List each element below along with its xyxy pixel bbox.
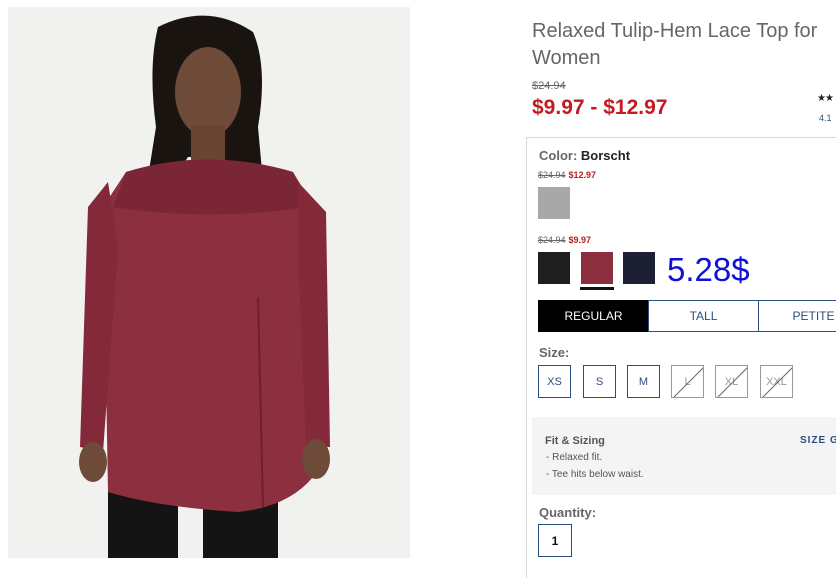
color-group-price: $24.94 $9.97 — [538, 235, 592, 245]
selected-color-name: Borscht — [580, 148, 631, 163]
fit-bullet: - Relaxed fit. — [546, 452, 603, 463]
size-label: Size: — [539, 345, 570, 360]
fit-sizing-title: Fit & Sizing — [545, 435, 605, 447]
size-option-xl[interactable]: XL — [715, 365, 748, 398]
rating-value[interactable]: 4.1 — [819, 113, 832, 123]
swatch-heather-gray[interactable] — [538, 187, 570, 219]
product-title: Relaxed Tulip-Hem Lace Top for Women — [532, 20, 818, 69]
sale-price-range: $9.97 - $12.97 — [532, 96, 668, 119]
quantity-label: Quantity: — [539, 505, 597, 520]
swatch-navy[interactable] — [623, 252, 655, 284]
selected-swatch-indicator — [580, 287, 614, 290]
size-option-xs[interactable]: XS — [538, 365, 571, 398]
color-group-price: $24.94 $12.97 — [538, 170, 597, 180]
size-guide-link[interactable]: SIZE GI — [800, 435, 836, 446]
swatch-black[interactable] — [538, 252, 570, 284]
fit-type-tabs: REGULAR TALL PETITE — [538, 300, 836, 332]
color-label: Color: Borscht — [539, 148, 631, 163]
size-option-s[interactable]: S — [583, 365, 616, 398]
handwritten-price-annotation: 5.28$ — [667, 251, 750, 288]
unavailable-slash-icon — [762, 367, 792, 397]
tab-tall[interactable]: TALL — [648, 300, 759, 332]
rating-stars-icon[interactable]: ★★ — [817, 93, 834, 104]
unavailable-slash-icon — [673, 367, 703, 397]
tab-regular[interactable]: REGULAR — [538, 300, 649, 332]
quantity-input[interactable]: 1 — [538, 524, 572, 557]
size-option-xxl[interactable]: XXL — [760, 365, 793, 398]
tab-petite[interactable]: PETITE — [758, 300, 836, 332]
original-price: $24.94 — [532, 80, 566, 92]
unavailable-slash-icon — [717, 367, 747, 397]
size-option-m[interactable]: M — [627, 365, 660, 398]
fit-bullet: - Tee hits below waist. — [546, 469, 644, 480]
swatch-borscht[interactable] — [581, 252, 613, 284]
model-illustration — [8, 7, 410, 558]
size-option-l[interactable]: L — [671, 365, 704, 398]
product-image[interactable] — [8, 7, 410, 558]
